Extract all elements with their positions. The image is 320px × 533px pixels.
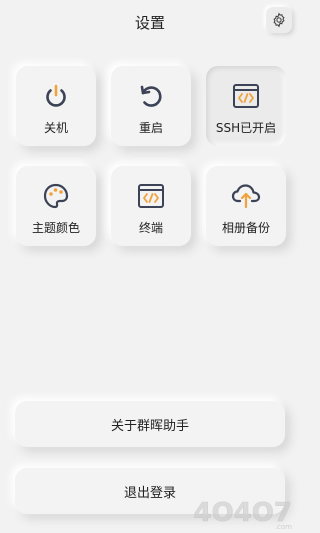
svg-text:.com: .com (275, 523, 292, 531)
ssh-toggle-tile[interactable]: SSH已开启 (206, 66, 286, 146)
watermark-logo: 4O4O7 .com (193, 498, 292, 531)
tile-label: 相册备份 (221, 221, 270, 235)
cloud-upload-icon (231, 182, 261, 210)
about-button[interactable]: 关于群晖助手 (15, 401, 285, 447)
terminal-icon (137, 182, 165, 210)
tile-label: SSH已开启 (215, 121, 277, 135)
code-window-icon (232, 82, 260, 110)
tile-label: 重启 (138, 121, 163, 135)
power-icon (42, 82, 70, 110)
header-bar: 设置 (0, 0, 300, 44)
gear-icon (273, 12, 285, 28)
photo-backup-tile[interactable]: 相册备份 (206, 166, 286, 246)
settings-button[interactable] (266, 7, 292, 33)
terminal-tile[interactable]: 终端 (111, 166, 191, 246)
palette-icon (42, 182, 70, 210)
restart-icon (137, 82, 165, 110)
shutdown-tile[interactable]: 关机 (16, 66, 96, 146)
tile-label: 主题颜色 (31, 221, 80, 235)
tile-label: 关机 (43, 121, 68, 135)
restart-tile[interactable]: 重启 (111, 66, 191, 146)
tile-label: 终端 (138, 221, 163, 235)
page-title: 设置 (134, 14, 165, 32)
theme-color-tile[interactable]: 主题颜色 (16, 166, 96, 246)
